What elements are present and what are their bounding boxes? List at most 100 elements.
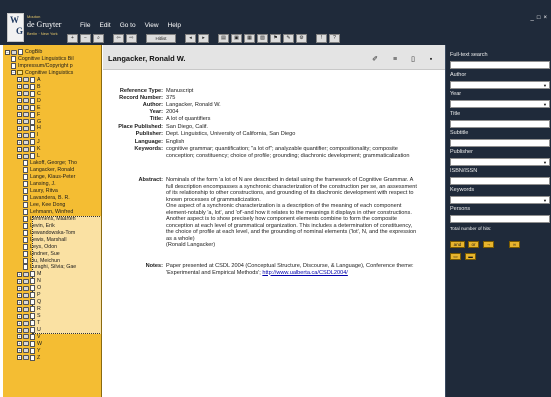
export-icon[interactable]: ▦ xyxy=(244,33,255,43)
zoom-in-icon[interactable]: + xyxy=(67,33,78,43)
persons-input[interactable] xyxy=(450,215,550,223)
app-window: WG Mouton de Gruyter Berlin · New York F… xyxy=(0,0,551,397)
book-stack-icon xyxy=(23,112,29,118)
help-icon[interactable]: ? xyxy=(329,33,340,43)
expand-icon[interactable]: + xyxy=(17,334,22,340)
next-hit-icon[interactable]: ▸ xyxy=(198,33,209,43)
expand-icon[interactable]: + xyxy=(17,271,22,277)
expand-icon[interactable]: + xyxy=(17,320,22,326)
expand-icon[interactable]: + xyxy=(17,285,22,291)
menu-file[interactable]: File xyxy=(80,22,90,29)
bookmark-icon[interactable]: ⚑ xyxy=(270,33,281,43)
total-hits-label: Total number of hits: xyxy=(450,226,492,231)
field-value: English xyxy=(166,139,421,146)
print-icon[interactable]: ▤ xyxy=(218,33,229,43)
expand-icon[interactable]: + xyxy=(17,313,22,319)
and-button[interactable]: and xyxy=(450,241,465,248)
print-record-icon[interactable]: ▪ xyxy=(427,56,435,64)
field-label: Abstract: xyxy=(138,177,163,183)
expand-icon[interactable]: + xyxy=(17,112,22,118)
maximize-button[interactable]: □ xyxy=(537,15,541,21)
year-select[interactable]: ▼ xyxy=(450,100,550,108)
expand-icon[interactable]: − xyxy=(17,153,22,159)
menu-edit[interactable]: Edit xyxy=(99,22,110,29)
expand-icon[interactable]: + xyxy=(17,91,22,97)
notes-link[interactable]: http://www.ualberta.ca/CSDL2004/ xyxy=(262,270,348,276)
forward-icon[interactable]: ⇨ xyxy=(126,33,137,43)
open-book-icon[interactable]: ▯ xyxy=(409,56,417,64)
field-label: Year: xyxy=(149,109,163,115)
isbn-input[interactable] xyxy=(450,177,550,185)
field-value-paragraph: Paper presented at CSDL 2004 (Conceptual… xyxy=(166,263,414,276)
navigation-tree: − CogBib Cognitive Linguistics Bil Impressu… xyxy=(3,45,102,397)
expand-icon[interactable]: + xyxy=(17,327,22,333)
add-to-list-icon[interactable]: ≡ xyxy=(391,56,399,64)
expand-icon[interactable]: + xyxy=(17,146,22,152)
book-stack-icon xyxy=(23,271,29,277)
expand-icon[interactable]: + xyxy=(17,119,22,124)
menu-goto[interactable]: Go to xyxy=(120,22,136,29)
back-icon[interactable]: ⇦ xyxy=(113,33,124,43)
annotate-icon[interactable]: ✐ xyxy=(371,56,379,64)
field-value-paragraph: Nominals of the form 'a lot of N are des… xyxy=(166,177,417,203)
minimize-button[interactable]: _ xyxy=(531,15,534,21)
keywords-select[interactable]: ▼ xyxy=(450,196,550,204)
expand-icon[interactable]: + xyxy=(17,341,22,347)
expand-icon[interactable]: + xyxy=(17,125,22,131)
subtitle-input[interactable] xyxy=(450,139,550,147)
copy-icon[interactable]: ▧ xyxy=(257,33,268,43)
prev-hit-icon[interactable]: ◂ xyxy=(185,33,196,43)
hitlist-button[interactable]: Hitlist xyxy=(146,33,176,43)
author-select[interactable]: ▼ xyxy=(450,81,550,89)
expand-icon[interactable]: + xyxy=(17,292,22,298)
settings-icon[interactable]: ⚙ xyxy=(296,33,307,43)
menu-view[interactable]: View xyxy=(145,22,159,29)
expand-icon[interactable]: + xyxy=(17,105,22,111)
document-icon xyxy=(30,354,35,361)
expand-icon[interactable]: + xyxy=(17,132,22,138)
save-icon[interactable]: ▣ xyxy=(231,33,242,43)
book-stack-icon xyxy=(23,132,29,138)
publisher-select[interactable]: ▼ xyxy=(450,158,550,166)
collapse-icon[interactable]: − xyxy=(11,70,16,76)
tree-letter-node[interactable]: + Z xyxy=(17,354,40,362)
save-query-icon[interactable]: ▬ xyxy=(465,253,476,260)
not-icon[interactable]: ¬ xyxy=(483,241,494,248)
expand-icon[interactable]: + xyxy=(17,299,22,305)
collapse-icon[interactable]: − xyxy=(5,49,10,55)
search-icon[interactable]: ⌕ xyxy=(93,33,104,43)
fulltext-input[interactable] xyxy=(450,61,550,69)
book-stack-icon xyxy=(23,334,29,340)
persons-label: Persons xyxy=(450,206,471,212)
publisher-brand: Mouton de Gruyter Berlin · New York xyxy=(27,14,61,36)
field-value-paragraph: Langacker, Ronald W. xyxy=(166,102,221,108)
expand-icon[interactable]: + xyxy=(17,77,22,83)
book-stack-icon xyxy=(23,320,29,326)
menu-help[interactable]: Help xyxy=(168,22,181,29)
expand-icon[interactable]: + xyxy=(17,84,22,90)
or-button[interactable]: or xyxy=(468,241,479,248)
title-input[interactable] xyxy=(450,120,550,128)
field-label: Author: xyxy=(142,102,163,108)
expand-icon[interactable]: + xyxy=(17,98,22,104)
info-icon[interactable]: ! xyxy=(316,33,327,43)
close-button[interactable]: × xyxy=(543,15,547,21)
expand-icon[interactable]: + xyxy=(17,348,22,354)
binoculars-icon[interactable]: ∞ xyxy=(509,241,520,248)
expand-icon[interactable]: + xyxy=(17,355,22,361)
expand-icon[interactable]: + xyxy=(17,139,22,145)
field-label: Language: xyxy=(134,139,163,145)
chevron-down-icon: ▼ xyxy=(543,160,547,165)
author-label: Author xyxy=(450,72,467,78)
field-value: Manuscript xyxy=(166,88,421,95)
folder-icon xyxy=(17,70,23,76)
open-query-icon[interactable]: ▭ xyxy=(450,253,461,260)
expand-icon[interactable]: + xyxy=(17,278,22,284)
brand-line-2: de Gruyter xyxy=(27,20,62,29)
book-stack-icon xyxy=(23,299,29,305)
book-stack-icon xyxy=(23,306,29,312)
title-label: Title xyxy=(450,111,461,117)
zoom-out-icon[interactable]: − xyxy=(80,33,91,43)
notes-icon[interactable]: ✎ xyxy=(283,33,294,43)
expand-icon[interactable]: + xyxy=(17,306,22,312)
